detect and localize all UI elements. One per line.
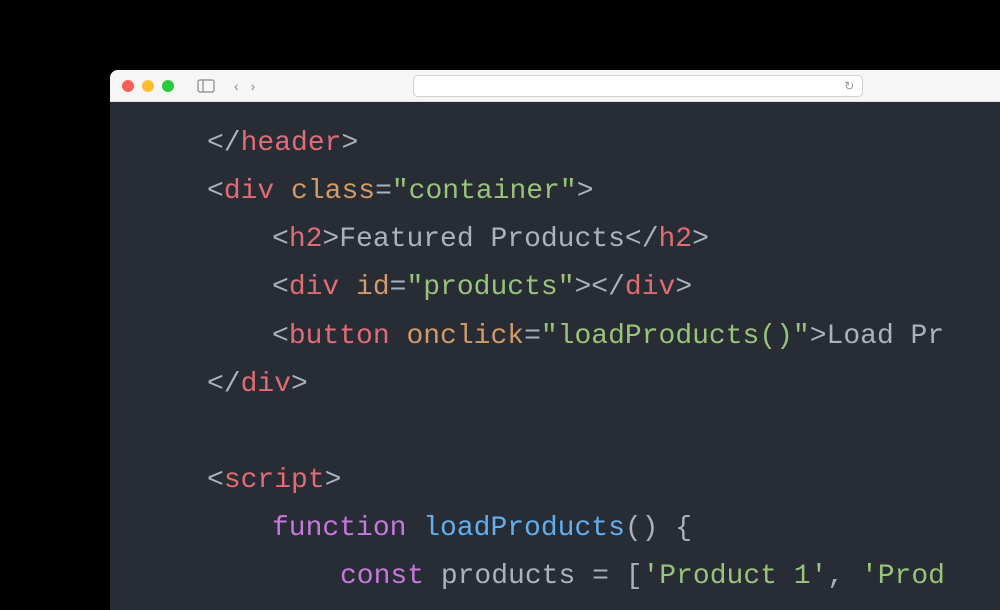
code-line: const productsDiv = document.getElem: [110, 602, 1000, 610]
code-token-func-name: loadProducts: [423, 513, 625, 544]
code-token-string: "products": [406, 272, 574, 303]
code-token-tag: div: [289, 272, 339, 303]
minimize-window-button[interactable]: [142, 80, 154, 92]
browser-toolbar: ‹ › ↻: [110, 70, 1000, 102]
code-token-angle: >: [675, 272, 692, 303]
code-token-operator: =: [592, 561, 609, 592]
forward-button[interactable]: ›: [251, 78, 256, 94]
code-token-tag: h2: [659, 224, 693, 255]
code-token-tag: div: [224, 176, 274, 207]
code-token-tag: script: [224, 465, 325, 496]
code-token-tag: div: [241, 369, 291, 400]
code-line: const products = ['Product 1', 'Prod: [110, 553, 1000, 601]
maximize-window-button[interactable]: [162, 80, 174, 92]
code-token-text: [339, 272, 356, 303]
code-token-keyword: function: [272, 513, 406, 544]
code-token-angle: >: [341, 128, 358, 159]
window-controls: [122, 80, 174, 92]
code-token-string: 'Prod: [861, 561, 945, 592]
code-token-angle: <: [272, 321, 289, 352]
code-line: </header>: [110, 120, 1000, 168]
code-token-angle: >: [291, 369, 308, 400]
code-token-angle: </: [625, 224, 659, 255]
reload-icon[interactable]: ↻: [844, 79, 854, 93]
back-button[interactable]: ‹: [234, 78, 239, 94]
code-token-string: "container": [392, 176, 577, 207]
browser-window: ‹ › ↻ </header><div class="container"><h…: [110, 70, 1000, 610]
code-token-text: [390, 321, 407, 352]
close-window-button[interactable]: [122, 80, 134, 92]
code-token-text: Load Pr: [827, 321, 945, 352]
code-token-paren: [: [626, 561, 643, 592]
code-token-text: [424, 561, 441, 592]
code-token-angle: >: [810, 321, 827, 352]
code-token-angle: >: [577, 176, 594, 207]
code-token-text: [152, 417, 169, 448]
code-token-const-kw: const: [340, 561, 424, 592]
code-line: <div id="products"></div>: [110, 264, 1000, 312]
code-line: <script>: [110, 457, 1000, 505]
navigation-arrows: ‹ ›: [234, 78, 255, 94]
code-token-string: "loadProducts()": [541, 321, 810, 352]
code-token-angle: <: [207, 465, 224, 496]
code-token-tag: div: [625, 272, 675, 303]
code-line: <button onclick="loadProducts()">Load Pr: [110, 313, 1000, 361]
code-token-text: Featured Products: [339, 224, 625, 255]
code-token-text: [406, 513, 423, 544]
code-token-angle: ></: [575, 272, 625, 303]
code-token-angle: >: [322, 224, 339, 255]
code-token-tag: button: [289, 321, 390, 352]
code-token-tag: header: [241, 128, 342, 159]
code-token-angle: >: [325, 465, 342, 496]
code-token-attr: onclick: [406, 321, 524, 352]
code-line: [110, 409, 1000, 457]
code-token-operator: =: [524, 321, 541, 352]
code-token-text: [609, 561, 626, 592]
code-token-angle: <: [272, 224, 289, 255]
code-token-angle: </: [207, 369, 241, 400]
code-token-angle: >: [692, 224, 709, 255]
code-line: <h2>Featured Products</h2>: [110, 216, 1000, 264]
code-token-paren: () {: [625, 513, 692, 544]
code-token-angle: <: [207, 176, 224, 207]
sidebar-toggle-button[interactable]: [192, 77, 220, 95]
code-token-tag: h2: [289, 224, 323, 255]
code-token-attr: id: [356, 272, 390, 303]
code-token-operator: =: [390, 272, 407, 303]
code-token-text: [274, 176, 291, 207]
code-token-operator: =: [375, 176, 392, 207]
code-line: function loadProducts() {: [110, 505, 1000, 553]
code-editor[interactable]: </header><div class="container"><h2>Feat…: [110, 102, 1000, 610]
code-token-angle: <: [272, 272, 289, 303]
code-line: <div class="container">: [110, 168, 1000, 216]
code-token-attr: class: [291, 176, 375, 207]
code-token-text: [575, 561, 592, 592]
code-line: </div>: [110, 361, 1000, 409]
code-token-angle: </: [207, 128, 241, 159]
code-token-paren: ,: [827, 561, 861, 592]
code-token-string: 'Product 1': [643, 561, 828, 592]
address-bar[interactable]: ↻: [413, 75, 863, 97]
code-token-var-name: products: [441, 561, 575, 592]
